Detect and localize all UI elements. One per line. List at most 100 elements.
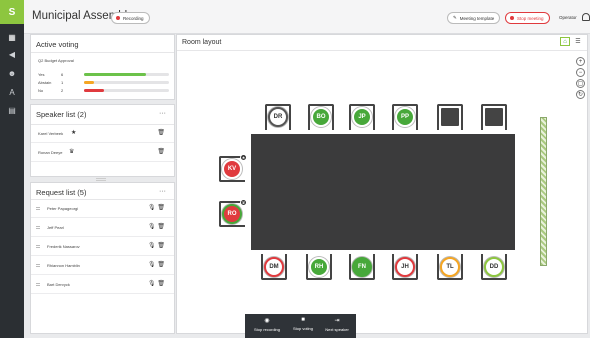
top-seat[interactable]: BO	[308, 104, 334, 130]
seat-badge-icon: ★	[240, 154, 247, 161]
seat-avatar: KV	[222, 159, 242, 179]
seat-avatar: TL	[440, 257, 460, 277]
list-item[interactable]: Karel Verbeek ★ 🗑	[31, 124, 174, 143]
stop-dot-icon	[510, 16, 514, 20]
drag-handle-icon[interactable]	[36, 207, 40, 210]
top-seat[interactable]: PP	[392, 104, 418, 130]
request-list-panel: Request list (5) ··· Peter Papageorgi 🎙 …	[30, 182, 175, 334]
trash-icon[interactable]: 🗑	[157, 148, 165, 155]
speaker-list-title: Speaker list	[36, 110, 76, 119]
seat-view-toggle-icon[interactable]: ⌂	[560, 37, 570, 46]
microphone-icon[interactable]: 🎙	[148, 223, 156, 230]
trash-icon[interactable]: 🗑	[157, 261, 165, 268]
list-item[interactable]: Peter Papageorgi 🎙 🗑	[31, 199, 174, 218]
trash-icon[interactable]: 🗑	[157, 242, 165, 249]
seat-avatar: PP	[395, 107, 415, 127]
microphone-icon[interactable]: 🎙	[148, 242, 156, 249]
bottom-seat[interactable]: JH	[392, 254, 418, 280]
vote-count: 2	[61, 88, 64, 93]
drag-handle-icon[interactable]	[36, 245, 40, 248]
panel-resize-handle[interactable]	[96, 178, 106, 181]
dashboard-icon[interactable]: ▦	[5, 31, 19, 43]
top-seat[interactable]	[481, 104, 507, 130]
record-icon: ◉	[264, 318, 270, 324]
users-icon[interactable]: ☻	[5, 67, 19, 79]
seat-badge-icon: ♛	[240, 199, 247, 206]
divider	[177, 50, 587, 51]
recording-badge: Recording	[111, 12, 150, 24]
left-seat[interactable]: RO ♛	[219, 199, 247, 227]
stop-meeting-label: Stop meeting	[517, 15, 544, 21]
bottom-seat[interactable]: DD	[481, 254, 507, 280]
meeting-template-label: Meeting template	[459, 15, 495, 21]
list-item[interactable]: Frederik Nassarov 🎙 🗑	[31, 237, 174, 256]
empty-seat-block	[485, 108, 503, 126]
reset-icon[interactable]: ↻	[576, 90, 585, 99]
star-icon: ★	[71, 130, 77, 136]
stop-recording-button[interactable]: ◉ Stop recording	[248, 314, 286, 338]
list-item[interactable]: Bart Dervyck 🎙 🗑	[31, 275, 174, 294]
next-speaker-icon: ⇥	[334, 318, 340, 324]
seat-avatar: FN	[352, 257, 372, 277]
seat-avatar: BO	[311, 107, 331, 127]
top-seat[interactable]: DR	[265, 104, 291, 130]
microphone-icon[interactable]: 🎙	[148, 261, 156, 268]
drag-handle-icon[interactable]	[36, 264, 40, 267]
left-seat[interactable]: KV ★	[219, 154, 247, 182]
stop-recording-label: Stop recording	[253, 327, 280, 332]
microphone-icon[interactable]: 🎙	[148, 204, 156, 211]
bottom-seat[interactable]: TL	[437, 254, 463, 280]
top-seat[interactable]: JP	[349, 104, 375, 130]
request-count: (5)	[77, 188, 87, 197]
panel-title: Active voting	[36, 40, 79, 49]
translate-icon[interactable]: A	[5, 86, 19, 98]
request-list-title: Request list	[36, 188, 76, 197]
vote-row-yes: Yes 6	[38, 72, 67, 77]
speaker-icon[interactable]: ◀	[5, 48, 19, 60]
trash-icon[interactable]: 🗑	[157, 129, 165, 136]
app-logo[interactable]: S	[0, 0, 24, 24]
meeting-template-button[interactable]: ✎ Meeting template	[447, 12, 501, 24]
vote-fill	[84, 81, 95, 84]
more-icon[interactable]: ···	[159, 188, 166, 195]
voting-item: Q2 Budget Approval	[38, 58, 74, 63]
microphone-icon[interactable]: 🎙	[148, 280, 156, 287]
trash-icon[interactable]: 🗑	[157, 223, 165, 230]
next-speaker-button[interactable]: ⇥ Next speaker	[320, 314, 354, 338]
bottom-seat[interactable]: RH	[306, 254, 332, 280]
zoom-out-icon[interactable]: −	[576, 68, 585, 77]
zoom-in-icon[interactable]: +	[576, 57, 585, 66]
seat-avatar: DM	[264, 257, 284, 277]
vote-label: Abstain	[38, 80, 52, 85]
panel-title: Speaker list (2)	[36, 110, 86, 119]
vote-bar-abstain	[84, 81, 169, 84]
more-icon[interactable]: ···	[159, 110, 166, 117]
top-seat[interactable]	[437, 104, 463, 130]
drag-handle-icon[interactable]	[36, 226, 40, 229]
vote-fill	[84, 89, 105, 92]
vote-row-abstain: Abstain 1	[38, 80, 67, 85]
vote-bar-no	[84, 89, 169, 92]
request-name: Jeff Pearl	[47, 225, 64, 230]
stop-meeting-button[interactable]: Stop meeting	[505, 12, 550, 24]
speaker-count: (2)	[77, 110, 87, 119]
document-icon[interactable]: ▤	[5, 104, 19, 116]
trash-icon[interactable]: 🗑	[157, 204, 165, 211]
trash-icon[interactable]: 🗑	[157, 280, 165, 287]
seat-avatar: RH	[309, 257, 329, 277]
bottom-seat[interactable]: DM	[261, 254, 287, 280]
list-item[interactable]: Jeff Pearl 🎙 🗑	[31, 218, 174, 237]
headset-icon[interactable]	[582, 13, 590, 21]
list-item[interactable]: Ronan Deeye ♛ 🗑	[31, 143, 174, 162]
panel-title: Room layout	[182, 39, 222, 46]
stop-voting-button[interactable]: ■ Stop voting	[288, 314, 318, 338]
drag-handle-icon[interactable]	[36, 283, 40, 286]
fit-icon[interactable]: ▢	[576, 79, 585, 88]
list-item[interactable]: Rhiannon Hamblin 🎙 🗑	[31, 256, 174, 275]
bottom-seat[interactable]: FN	[349, 254, 375, 280]
seat-avatar: DR	[268, 107, 288, 127]
list-view-toggle-icon[interactable]: ☰	[573, 37, 583, 46]
crown-icon: ♛	[69, 149, 75, 155]
next-speaker-label: Next speaker	[325, 327, 349, 332]
bottom-action-bar: ◉ Stop recording ■ Stop voting ⇥ Next sp…	[245, 314, 356, 338]
